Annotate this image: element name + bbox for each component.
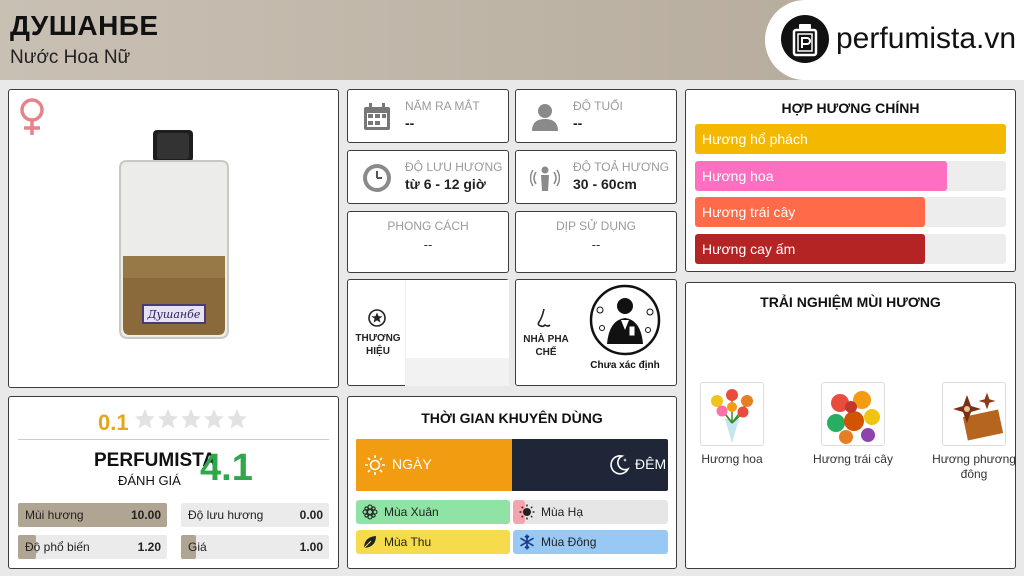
info-release-year: NĂM RA MẮT -- — [347, 89, 509, 143]
moon-icon — [610, 455, 630, 475]
perfumer-name: Chưa xác định — [590, 360, 660, 371]
flower-icon — [362, 504, 378, 523]
day-label: NGÀY — [392, 456, 432, 472]
note-label: Hương phương đông — [932, 452, 1016, 481]
user-icon — [532, 104, 558, 131]
season-label: Mùa Thu — [384, 535, 432, 549]
info-style: PHONG CÁCH -- — [347, 211, 509, 273]
season-label: Mùa Hạ — [541, 505, 584, 519]
info-age: ĐỘ TUỔI -- — [515, 89, 677, 143]
brand-name-area — [405, 358, 509, 386]
stat-label: Độ lưu hương — [188, 508, 264, 522]
accord-bar[interactable]: Hương hoa — [695, 160, 1006, 191]
info-label: PHONG CÁCH — [387, 219, 469, 233]
season-label: Mùa Xuân — [384, 505, 439, 519]
info-label: ĐỘ TOẢ HƯƠNG — [573, 160, 670, 174]
perfumer-avatar — [587, 282, 663, 358]
info-value: -- — [573, 115, 583, 131]
info-label: NĂM RA MẮT — [405, 99, 480, 113]
stat-label: Độ phổ biến — [25, 540, 90, 554]
info-sillage: ĐỘ TOẢ HƯƠNG 30 - 60cm — [515, 150, 677, 204]
accord-bar[interactable]: Hương cay ấm — [695, 233, 1006, 264]
info-value: 30 - 60cm — [573, 176, 637, 192]
season-label: Mùa Đông — [541, 535, 597, 549]
stat-label: Mùi hương — [25, 508, 84, 522]
stat-value: 1.00 — [299, 540, 323, 554]
star-icon[interactable] — [226, 408, 248, 430]
scent-experience-title: TRẢI NGHIỆM MÙI HƯƠNG — [760, 294, 941, 310]
stat-value: 0.00 — [299, 508, 323, 522]
info-occasion: DỊP SỬ DỤNG -- — [515, 211, 677, 273]
page-subtitle: Nước Hoa Nữ — [10, 47, 131, 68]
clock-icon — [363, 164, 391, 192]
accord-label: Hương hổ phách — [702, 131, 808, 147]
accord-label: Hương trái cây — [702, 204, 796, 220]
info-value: -- — [423, 237, 433, 252]
info-label: ĐỘ TUỔI — [573, 99, 623, 113]
rating-divider — [18, 439, 329, 440]
perfume-bottle-logo-icon — [781, 15, 829, 63]
season-autumn: Mùa Thu — [356, 530, 510, 554]
star-badge-icon — [368, 309, 386, 327]
floral-note-image[interactable] — [700, 382, 764, 446]
perfumista-sublabel: ĐÁNH GIÁ — [118, 473, 181, 488]
stat-label: Giá — [188, 540, 207, 554]
note-label: Hương hoa — [701, 452, 763, 466]
stat-price: Giá 1.00 — [181, 535, 329, 559]
info-longevity: ĐỘ LƯU HƯƠNG từ 6 - 12 giờ — [347, 150, 509, 204]
sun-icon — [519, 504, 535, 523]
star-icon[interactable] — [180, 408, 202, 430]
info-value: -- — [405, 115, 415, 131]
season-spring: Mùa Xuân — [356, 500, 510, 524]
stat-popularity: Độ phổ biến 1.20 — [18, 535, 167, 559]
snowflake-icon — [519, 534, 535, 553]
stat-value: 10.00 — [130, 508, 161, 522]
sun-icon — [365, 455, 385, 475]
user-rating[interactable]: 0.1 — [98, 408, 248, 436]
info-value: -- — [591, 237, 601, 252]
day-night-bar: NGÀY ĐÊM — [356, 439, 668, 491]
nose-icon — [537, 308, 551, 328]
accord-label: Hương cay ấm — [702, 240, 796, 257]
brand-label: THƯƠNG HIỆU — [355, 333, 401, 357]
page-title: ДУШАНБЕ — [10, 10, 159, 41]
brand-logo-area — [405, 280, 509, 358]
perfumista-score: 4.1 — [200, 447, 253, 489]
rating-stars[interactable] — [133, 409, 248, 434]
stat-scent: Mùi hương 10.00 — [18, 503, 167, 527]
fruity-note-image[interactable] — [821, 382, 885, 446]
season-summer: Mùa Hạ — [513, 500, 668, 524]
season-winter: Mùa Đông — [513, 530, 668, 554]
stat-longevity: Độ lưu hương 0.00 — [181, 503, 329, 527]
sillage-person-icon — [530, 166, 560, 191]
brand-card[interactable]: THƯƠNG HIỆU — [347, 279, 509, 386]
recommended-time-title: THỜI GIAN KHUYÊN DÙNG — [421, 410, 603, 426]
note-label: Hương trái cây — [813, 452, 893, 466]
oriental-note-image[interactable] — [942, 382, 1006, 446]
season-fill — [356, 530, 510, 554]
star-icon[interactable] — [203, 408, 225, 430]
perfumer-label: NHÀ PHA CHẾ — [523, 334, 569, 358]
user-rating-score: 0.1 — [98, 410, 129, 435]
accord-bar[interactable]: Hương hổ phách — [695, 124, 1006, 154]
perfume-bottle-image: Душанбе — [110, 128, 240, 348]
info-value: từ 6 - 12 giờ — [405, 176, 486, 192]
night-label: ĐÊM — [635, 456, 667, 472]
leaf-icon — [362, 534, 378, 553]
perfumer-card[interactable]: NHÀ PHA CHẾ Chưa xác định — [515, 279, 677, 386]
logo-text[interactable]: perfumista.vn — [836, 22, 1016, 56]
info-label: ĐỘ LƯU HƯƠNG — [405, 160, 503, 174]
info-label: DỊP SỬ DỤNG — [555, 219, 637, 233]
accord-bar[interactable]: Hương trái cây — [695, 197, 1006, 227]
main-accords-title: HỢP HƯƠNG CHÍNH — [781, 100, 920, 116]
stat-value: 1.20 — [137, 540, 161, 554]
accord-label: Hương hoa — [702, 167, 774, 184]
star-icon[interactable] — [157, 408, 179, 430]
bottle-label: Душанбе — [147, 308, 201, 321]
venus-icon — [18, 97, 46, 142]
perfumista-label: PERFUMISTA — [94, 450, 217, 471]
calendar-icon — [364, 103, 390, 130]
star-icon[interactable] — [134, 408, 156, 430]
